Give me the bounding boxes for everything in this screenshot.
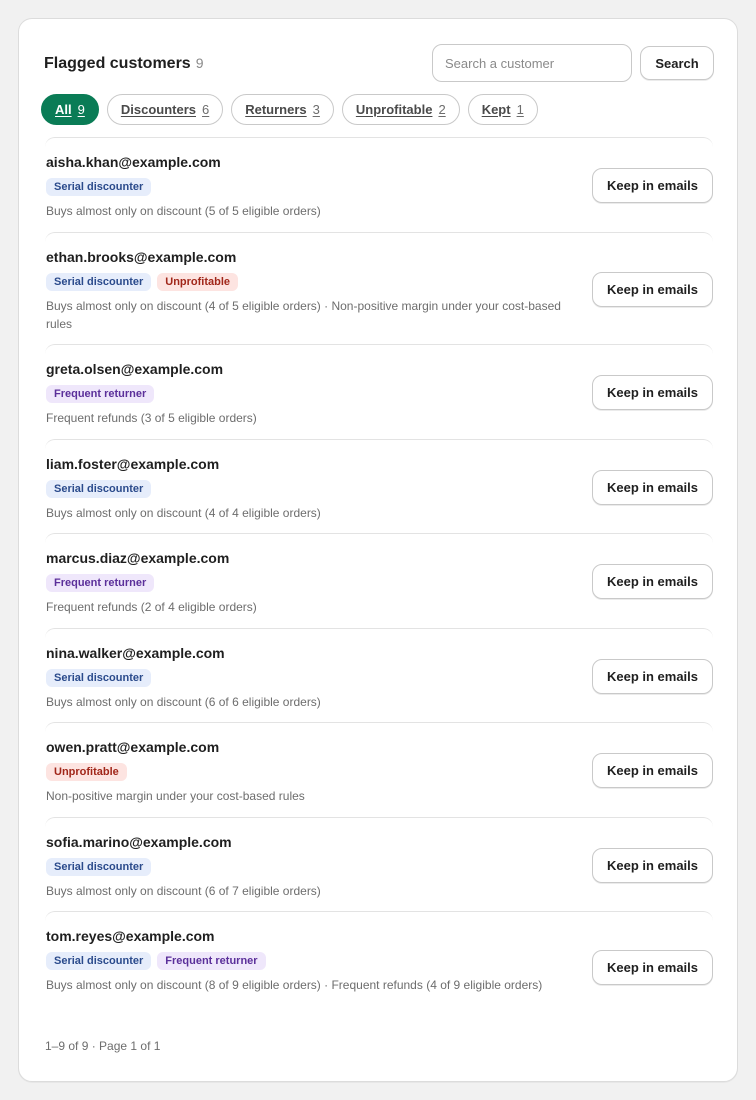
- tab-count: 6: [202, 102, 210, 117]
- keep-in-emails-button[interactable]: Keep in emails: [592, 375, 713, 410]
- customer-email: aisha.khan@example.com: [46, 154, 221, 170]
- customer-reason: Frequent refunds (3 of 5 eligible orders…: [46, 411, 257, 425]
- customer-row: sofia.marino@example.com Serial discount…: [45, 817, 713, 911]
- title-count: 9: [195, 55, 204, 71]
- keep-in-emails-button[interactable]: Keep in emails: [592, 753, 713, 788]
- tab-label: All: [55, 102, 72, 117]
- badge-group: Serial discounter: [46, 669, 152, 687]
- customer-email: owen.pratt@example.com: [46, 739, 220, 755]
- frequent-returner-badge: Frequent returner: [46, 385, 155, 403]
- customer-email: ethan.brooks@example.com: [46, 249, 237, 265]
- tab-all[interactable]: All 9: [41, 94, 99, 125]
- customer-reason: Buys almost only on discount (6 of 7 eli…: [46, 884, 321, 898]
- page-title-text: Flagged customers: [44, 55, 191, 72]
- tab-label: Unprofitable: [355, 102, 433, 117]
- frequent-returner-badge: Frequent returner: [157, 952, 266, 970]
- customer-email: marcus.diaz@example.com: [46, 550, 230, 566]
- keep-in-emails-button[interactable]: Keep in emails: [592, 272, 713, 307]
- badge-group: Serial discounter Frequent returner: [46, 952, 266, 970]
- tab-returners[interactable]: Returners 3: [231, 94, 334, 125]
- serial-discounter-badge: Serial discounter: [46, 858, 152, 876]
- keep-in-emails-button[interactable]: Keep in emails: [592, 168, 713, 203]
- customer-reason: Buys almost only on discount (4 of 5 eli…: [46, 299, 561, 331]
- keep-in-emails-button[interactable]: Keep in emails: [592, 470, 713, 505]
- serial-discounter-badge: Serial discounter: [46, 178, 152, 196]
- customer-email: greta.olsen@example.com: [46, 361, 224, 377]
- tab-kept[interactable]: Kept 1: [467, 94, 538, 125]
- serial-discounter-badge: Serial discounter: [46, 480, 152, 498]
- keep-in-emails-button[interactable]: Keep in emails: [592, 950, 713, 985]
- customer-row: nina.walker@example.com Serial discounte…: [45, 628, 713, 722]
- customer-list: aisha.khan@example.com Serial discounter…: [45, 137, 713, 1023]
- keep-in-emails-button[interactable]: Keep in emails: [592, 564, 713, 599]
- tab-count: 2: [438, 102, 446, 117]
- filter-tabs: All 9 Discounters 6 Returners 3 Unprofitabl…: [41, 94, 538, 125]
- badge-group: Serial discounter Unprofitable: [46, 273, 239, 291]
- customer-reason: Frequent refunds (2 of 4 eligible orders…: [46, 600, 257, 614]
- badge-group: Unprofitable: [46, 763, 127, 781]
- customer-row: aisha.khan@example.com Serial discounter…: [45, 137, 713, 232]
- badge-group: Serial discounter: [46, 480, 152, 498]
- search-input[interactable]: [432, 44, 632, 82]
- pagination-summary: 1–9 of 9 · Page 1 of 1: [45, 1039, 161, 1053]
- customer-reason: Buys almost only on discount (5 of 5 eli…: [46, 204, 321, 218]
- customer-row: tom.reyes@example.com Serial discounter …: [45, 911, 713, 1023]
- serial-discounter-badge: Serial discounter: [46, 952, 152, 970]
- tab-count: 1: [516, 102, 524, 117]
- page-title: Flagged customers 9: [44, 55, 204, 73]
- tab-label: Kept: [481, 102, 511, 117]
- frequent-returner-badge: Frequent returner: [46, 574, 155, 592]
- tab-unprofitable[interactable]: Unprofitable 2: [341, 94, 460, 125]
- badge-group: Frequent returner: [46, 574, 155, 592]
- customer-reason: Non-positive margin under your cost-base…: [46, 789, 305, 803]
- badge-group: Serial discounter: [46, 178, 152, 196]
- card-header: Flagged customers 9 Search: [44, 44, 714, 82]
- customer-row: ethan.brooks@example.com Serial discount…: [45, 232, 713, 344]
- customer-row: marcus.diaz@example.com Frequent returne…: [45, 533, 713, 628]
- tab-count: 9: [77, 102, 85, 117]
- tab-count: 3: [312, 102, 320, 117]
- customer-email: nina.walker@example.com: [46, 645, 225, 661]
- serial-discounter-badge: Serial discounter: [46, 273, 152, 291]
- tab-label: Returners: [245, 102, 307, 117]
- keep-in-emails-button[interactable]: Keep in emails: [592, 848, 713, 883]
- tab-discounters[interactable]: Discounters 6: [106, 94, 224, 125]
- tab-label: Discounters: [120, 102, 196, 117]
- customer-reason: Buys almost only on discount (6 of 6 eli…: [46, 695, 321, 709]
- customer-email: tom.reyes@example.com: [46, 928, 215, 944]
- customer-email: sofia.marino@example.com: [46, 834, 232, 850]
- unprofitable-badge: Unprofitable: [157, 273, 239, 291]
- keep-in-emails-button[interactable]: Keep in emails: [592, 659, 713, 694]
- badge-group: Frequent returner: [46, 385, 155, 403]
- flagged-customers-card: Flagged customers9 Search All9 Discounte…: [18, 18, 738, 1082]
- badge-group: Serial discounter: [46, 858, 152, 876]
- serial-discounter-badge: Serial discounter: [46, 669, 152, 687]
- customer-row: liam.foster@example.com Serial discounte…: [45, 439, 713, 533]
- customer-reason: Buys almost only on discount (8 of 9 eli…: [46, 978, 543, 992]
- customer-row: greta.olsen@example.com Frequent returne…: [45, 344, 713, 439]
- search-button[interactable]: Search: [640, 46, 714, 80]
- customer-row: owen.pratt@example.com Unprofitable Non-…: [45, 722, 713, 817]
- unprofitable-badge: Unprofitable: [46, 763, 127, 781]
- customer-reason: Buys almost only on discount (4 of 4 eli…: [46, 506, 321, 520]
- customer-email: liam.foster@example.com: [46, 456, 220, 472]
